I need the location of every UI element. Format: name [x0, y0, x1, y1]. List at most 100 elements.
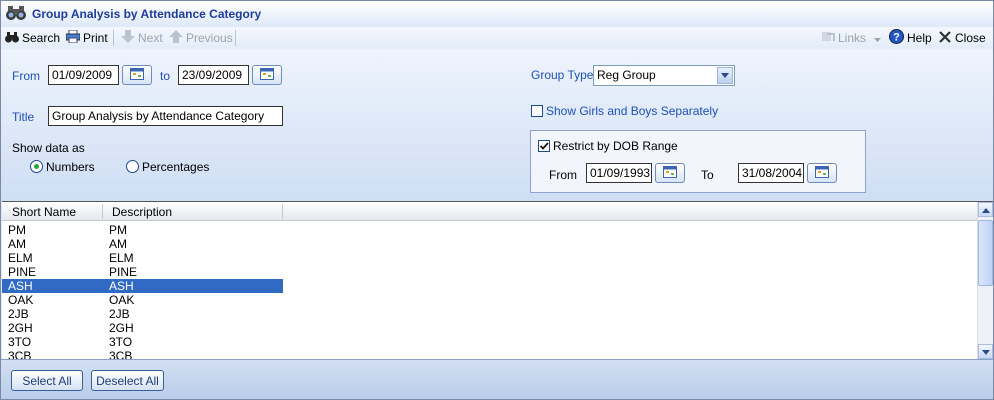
toolbar-separator — [113, 30, 114, 46]
select-all-button[interactable]: Select All — [11, 370, 83, 391]
percentages-radio[interactable] — [126, 160, 139, 173]
column-divider[interactable] — [282, 204, 283, 219]
description-cell: PINE — [109, 265, 138, 279]
vertical-scrollbar[interactable] — [977, 202, 993, 359]
dob-to-calendar-button[interactable] — [807, 163, 837, 183]
description-cell: 2JB — [109, 307, 130, 321]
dob-from-label: From — [549, 168, 577, 182]
list-item[interactable]: ELM ELM — [2, 251, 283, 265]
numbers-label: Numbers — [46, 160, 95, 174]
dob-range-panel: Restrict by DOB Range From 01/09/1993 To… — [530, 130, 866, 193]
group-type-value: Reg Group — [597, 68, 656, 82]
calendar-icon — [260, 67, 274, 83]
print-button[interactable]: Print — [65, 29, 108, 46]
description-cell: PM — [109, 223, 127, 237]
print-label: Print — [83, 31, 108, 45]
title-label: Title — [12, 110, 35, 124]
show-data-label: Show data as — [12, 141, 85, 155]
previous-button[interactable]: Previous — [169, 30, 233, 46]
window-title: Group Analysis by Attendance Category — [32, 7, 262, 21]
girls-boys-label: Show Girls and Boys Separately — [546, 104, 719, 118]
toolbar-separator — [235, 30, 236, 46]
chevron-down-icon — [874, 31, 884, 45]
description-cell: 2GH — [109, 321, 134, 335]
list-item[interactable]: 2JB 2JB — [2, 307, 283, 321]
from-date-input[interactable]: 01/09/2009 — [48, 65, 119, 85]
report-window: Group Analysis by Attendance Category Se… — [0, 0, 994, 400]
list-item[interactable]: OAK OAK — [2, 293, 283, 307]
list-item[interactable]: PM PM — [2, 223, 283, 237]
short-name-cell: ELM — [8, 251, 33, 265]
list-item[interactable]: PINE PINE — [2, 265, 283, 279]
list-item[interactable]: 2GH 2GH — [2, 321, 283, 335]
calendar-icon — [663, 165, 677, 181]
help-label: Help — [907, 31, 932, 45]
column-header-short-name[interactable]: Short Name — [12, 205, 76, 219]
chevron-up-icon — [981, 204, 990, 216]
search-button[interactable]: Search — [5, 30, 60, 46]
search-label: Search — [22, 31, 61, 45]
title-input[interactable]: Group Analysis by Attendance Category — [48, 106, 283, 126]
description-cell: 3CB — [109, 349, 133, 359]
short-name-cell: 3TO — [8, 335, 32, 349]
list-item[interactable]: 3CB 3CB — [2, 349, 283, 359]
column-header-description[interactable]: Description — [112, 205, 172, 219]
girls-boys-checkbox[interactable] — [531, 105, 543, 117]
binoculars-icon — [5, 31, 22, 46]
description-cell: ELM — [109, 251, 134, 265]
deselect-all-button[interactable]: Deselect All — [91, 370, 164, 391]
next-button[interactable]: Next — [121, 30, 163, 46]
percentages-label: Percentages — [142, 160, 210, 174]
help-icon: ? — [889, 29, 907, 47]
footer-bar: Select All Deselect All — [1, 359, 993, 399]
group-type-select[interactable]: Reg Group — [593, 65, 735, 86]
short-name-cell: 3CB — [8, 349, 32, 359]
short-name-cell: 2JB — [8, 307, 29, 321]
group-list[interactable]: Short Name Description PM PM AM AM ELM ELM … — [2, 201, 993, 359]
restrict-dob-label: Restrict by DOB Range — [553, 139, 678, 153]
links-button[interactable]: Links — [821, 30, 884, 46]
calendar-icon — [130, 67, 144, 83]
printer-icon — [65, 29, 83, 46]
short-name-cell: AM — [8, 237, 26, 251]
help-button[interactable]: ? Help — [889, 29, 932, 47]
description-cell: OAK — [109, 293, 135, 307]
to-calendar-button[interactable] — [252, 65, 282, 85]
from-calendar-button[interactable] — [122, 65, 152, 85]
calendar-icon — [815, 165, 829, 181]
short-name-cell: 2GH — [8, 321, 33, 335]
to-date-input[interactable]: 23/09/2009 — [178, 65, 249, 85]
list-item[interactable]: 3TO 3TO — [2, 335, 283, 349]
close-icon — [938, 30, 955, 47]
dob-to-input[interactable]: 31/08/2004 — [738, 163, 804, 183]
scroll-up-button[interactable] — [978, 202, 993, 217]
svg-text:?: ? — [893, 32, 900, 44]
description-cell: 3TO — [109, 335, 133, 349]
numbers-radio[interactable] — [30, 160, 43, 173]
short-name-cell: PINE — [8, 265, 37, 279]
list-item-selected[interactable]: ASH ASH — [2, 279, 283, 293]
restrict-dob-checkbox[interactable] — [538, 140, 550, 152]
links-label: Links — [838, 31, 867, 45]
column-divider[interactable] — [102, 204, 103, 219]
short-name-cell: PM — [8, 223, 26, 237]
binoculars-icon — [5, 4, 27, 22]
list-header: Short Name Description — [2, 202, 977, 221]
chevron-down-icon — [981, 346, 990, 358]
chevron-down-icon — [717, 67, 733, 84]
group-type-label: Group Type — [531, 68, 594, 82]
links-icon — [821, 30, 838, 46]
scroll-thumb[interactable] — [978, 220, 993, 286]
list-item[interactable]: AM AM — [2, 237, 283, 251]
description-cell: AM — [109, 237, 127, 251]
scroll-down-button[interactable] — [978, 344, 993, 359]
arrow-down-icon — [121, 30, 138, 46]
dob-from-input[interactable]: 01/09/1993 — [586, 163, 652, 183]
close-button[interactable]: Close — [938, 30, 986, 46]
short-name-cell: ASH — [8, 279, 33, 293]
dob-to-label: To — [701, 168, 714, 182]
short-name-cell: OAK — [8, 293, 34, 307]
dob-from-calendar-button[interactable] — [655, 163, 685, 183]
close-label: Close — [955, 31, 986, 45]
from-label: From — [12, 69, 40, 83]
